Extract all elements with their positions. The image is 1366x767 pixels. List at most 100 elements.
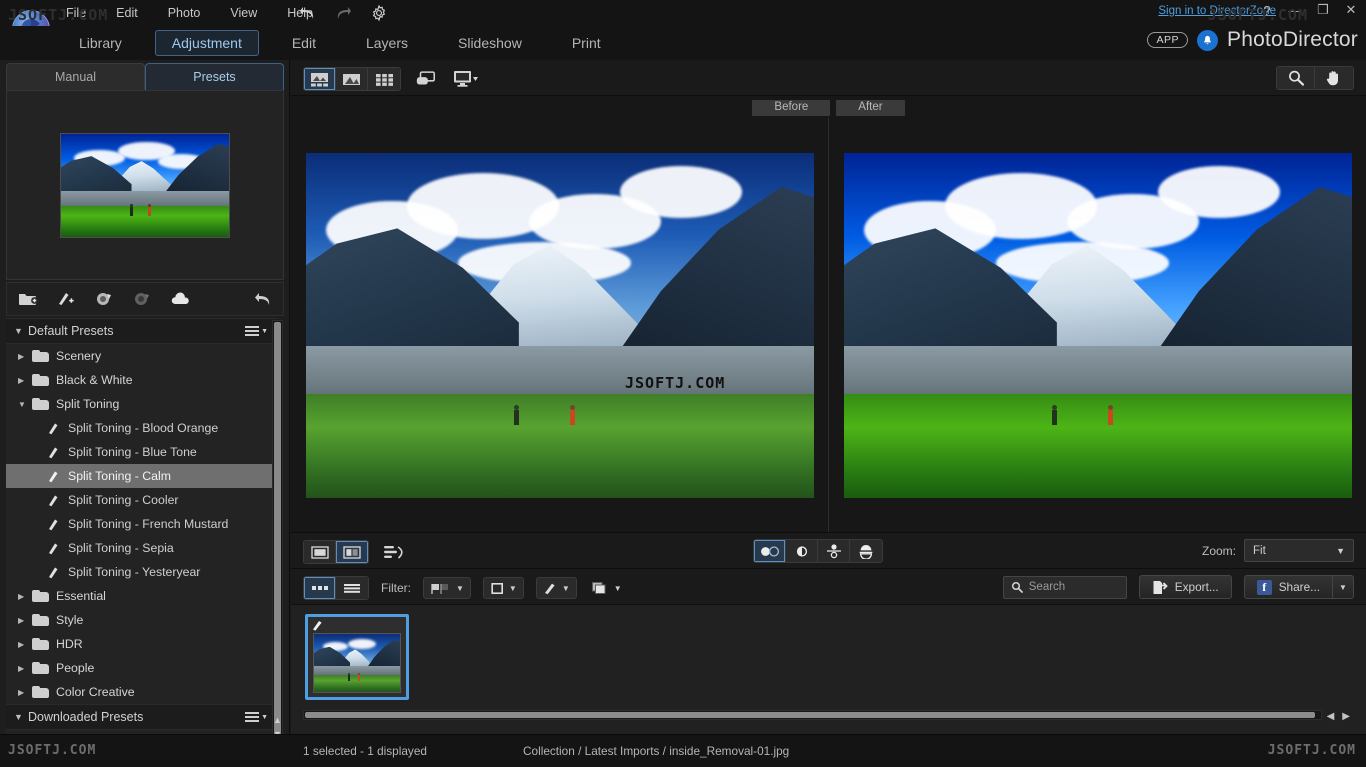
tree-row-color-creative[interactable]: ▶ Color Creative <box>6 680 278 704</box>
export-button[interactable]: Export... <box>1139 575 1232 599</box>
list-view-icon[interactable] <box>336 577 368 599</box>
gear-icon[interactable] <box>368 2 390 24</box>
viewer-single-icon[interactable] <box>336 68 368 90</box>
preview-thumbnail[interactable] <box>60 133 230 238</box>
new-folder-icon[interactable] <box>17 288 39 310</box>
filmstrip-view-icon[interactable] <box>304 577 336 599</box>
tab-layers[interactable]: Layers <box>349 30 425 56</box>
module-tab-bar: Library Adjustment Edit Layers Slideshow… <box>0 26 1366 60</box>
caret-right-icon: ▶ <box>18 376 32 385</box>
maximize-button[interactable]: ❐ <box>1314 2 1332 18</box>
edit-filter-icon[interactable]: ▼ <box>536 577 577 599</box>
cloud-shape <box>1158 166 1280 218</box>
preset-split-toning-cooler[interactable]: Split Toning - Cooler <box>6 488 278 512</box>
tree-row-essential[interactable]: ▶ Essential <box>6 584 278 608</box>
search-box[interactable]: ✕ <box>1003 576 1127 599</box>
app-badge[interactable]: APP <box>1147 32 1188 48</box>
split-overlay-icon[interactable] <box>786 540 818 562</box>
viewer-grid-icon[interactable] <box>368 68 400 90</box>
top-bottom-icon[interactable] <box>818 540 850 562</box>
brush-icon <box>46 517 61 531</box>
tree-row-scenery[interactable]: ▶ Scenery <box>6 344 278 368</box>
flag-filter-icon[interactable]: ▼ <box>423 577 471 599</box>
display-mode-icon[interactable] <box>451 68 481 90</box>
after-pane[interactable] <box>828 118 1366 532</box>
sidebar-scrollbar-thumb[interactable] <box>274 322 281 762</box>
tab-slideshow[interactable]: Slideshow <box>441 30 539 56</box>
menu-item-edit[interactable]: Edit <box>112 4 142 22</box>
menu-item-view[interactable]: View <box>226 4 261 22</box>
new-preset-icon[interactable] <box>55 288 77 310</box>
undo-icon[interactable] <box>296 2 318 24</box>
sidebar-tab-presets[interactable]: Presets <box>145 63 284 90</box>
preset-split-toning-sepia[interactable]: Split Toning - Sepia <box>6 536 278 560</box>
preset-label: Split Toning - Blue Tone <box>68 445 197 459</box>
tab-library[interactable]: Library <box>62 30 139 56</box>
preset-split-toning-calm[interactable]: Split Toning - Calm <box>6 464 278 488</box>
single-pane-icon[interactable] <box>304 541 336 563</box>
zoom-select[interactable]: Fit ▼ <box>1244 539 1354 562</box>
after-label: After <box>836 100 904 116</box>
filmstrip-scrollbar[interactable] <box>303 710 1322 720</box>
viewer-filmstrip-icon[interactable] <box>304 68 336 90</box>
hand-icon[interactable] <box>1315 67 1353 89</box>
preset-split-toning-blue-tone[interactable]: Split Toning - Blue Tone <box>6 440 278 464</box>
status-bar: 1 selected - 1 displayed Collection / La… <box>0 734 1366 767</box>
chevron-down-icon: ▼ <box>614 584 622 593</box>
photo-hiker <box>570 405 573 425</box>
browser-view-group <box>303 576 369 600</box>
split-horizontal-icon[interactable] <box>850 540 882 562</box>
preset-split-toning-yesteryear[interactable]: Split Toning - Yesteryear <box>6 560 278 584</box>
menu-item-photo[interactable]: Photo <box>164 4 205 22</box>
help-icon[interactable]: ? <box>1258 3 1276 18</box>
magnifier-icon[interactable] <box>1277 67 1315 89</box>
side-by-side-icon[interactable] <box>754 540 786 562</box>
title-bar: File Edit Photo View Help Sign in to Dir… <box>0 0 1366 26</box>
tree-row-hdr[interactable]: ▶ HDR <box>6 632 278 656</box>
tree-row-label: Color Creative <box>56 685 135 699</box>
tab-edit[interactable]: Edit <box>275 30 333 56</box>
compare-arrows-icon[interactable] <box>383 541 405 563</box>
cloud-preset-icon[interactable] <box>169 288 191 310</box>
caret-right-icon: ▶ <box>18 664 32 673</box>
tree-row-label: Style <box>56 613 83 627</box>
redo-icon[interactable] <box>332 2 354 24</box>
menu-item-file[interactable]: File <box>62 4 90 22</box>
scroll-up-icon[interactable]: ▲ <box>273 715 282 725</box>
preset-label: Split Toning - French Mustard <box>68 517 228 531</box>
tree-row-split-toning[interactable]: ▼ Split Toning <box>6 392 278 416</box>
share-button[interactable]: f Share... <box>1244 575 1333 599</box>
fullscreen-icon[interactable] <box>415 68 437 90</box>
tree-row-black-and-white[interactable]: ▶ Black & White <box>6 368 278 392</box>
filmstrip-scrollbar-thumb[interactable] <box>305 712 1315 718</box>
group-menu-icon[interactable]: ▼ <box>245 326 268 336</box>
close-button[interactable]: ✕ <box>1342 2 1360 18</box>
sidebar-tab-manual[interactable]: Manual <box>6 63 145 90</box>
upload-preset-icon[interactable] <box>131 288 153 310</box>
arrow-left-icon[interactable]: ◀ <box>1327 711 1335 722</box>
tree-row-people[interactable]: ▶ People <box>6 656 278 680</box>
arrow-right-icon[interactable]: ▶ <box>1342 711 1350 722</box>
group-menu-icon[interactable]: ▼ <box>245 712 268 722</box>
preset-split-toning-blood-orange[interactable]: Split Toning - Blood Orange <box>6 416 278 440</box>
rating-filter-icon[interactable]: ▼ <box>483 577 524 599</box>
tab-print[interactable]: Print <box>555 30 618 56</box>
tree-row-style[interactable]: ▶ Style <box>6 608 278 632</box>
sidebar-scrollbar[interactable] <box>272 320 283 767</box>
notification-bell-icon[interactable] <box>1197 30 1218 51</box>
download-preset-icon[interactable] <box>93 288 115 310</box>
reset-icon[interactable] <box>251 288 273 310</box>
preset-split-toning-french-mustard[interactable]: Split Toning - French Mustard <box>6 512 278 536</box>
group-downloaded-presets[interactable]: ▼ Downloaded Presets ▼ <box>6 704 278 730</box>
group-default-presets[interactable]: ▼ Default Presets ▼ <box>6 318 278 344</box>
filmstrip-thumbnail[interactable] <box>305 614 409 700</box>
before-pane[interactable] <box>291 118 828 532</box>
minimize-button[interactable]: — <box>1286 3 1304 18</box>
stack-icon[interactable]: ▼ <box>589 577 624 599</box>
tab-adjustment[interactable]: Adjustment <box>155 30 259 56</box>
split-pane-icon[interactable] <box>336 541 368 563</box>
folder-icon <box>32 374 49 386</box>
share-dropdown-button[interactable]: ▼ <box>1333 575 1354 599</box>
folder-icon <box>32 638 49 650</box>
tree-row-label: HDR <box>56 637 83 651</box>
